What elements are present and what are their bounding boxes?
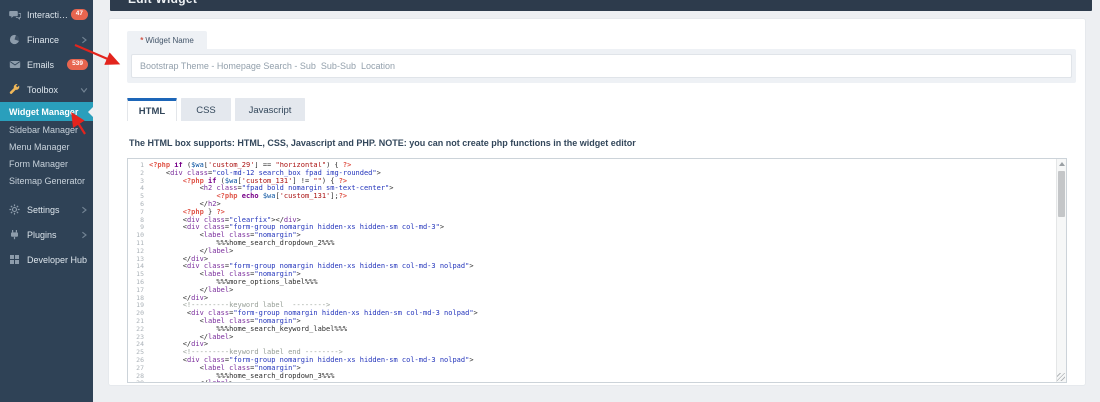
resize-grip-icon[interactable] xyxy=(1057,373,1065,381)
sidebar-item-widget-manager[interactable]: Widget Manager xyxy=(0,102,93,121)
sidebar-item-interactions[interactable]: Interactions 47 xyxy=(0,2,93,27)
sidebar-item-label: Finance xyxy=(27,34,60,45)
page-title: Edit Widget xyxy=(128,0,197,6)
sidebar-item-label: Interactions xyxy=(27,9,71,20)
line-numbers: 1 2 3 4 5 6 7 8 9 10 11 12 13 14 15 16 17 18 19 20 21 22 23 24 2… xyxy=(136,161,144,382)
sidebar-item-label: Form Manager xyxy=(9,158,69,169)
chevron-right-icon xyxy=(80,36,88,44)
scroll-up-arrow-icon[interactable] xyxy=(1059,162,1065,166)
sidebar-item-label: Widget Manager xyxy=(9,106,79,117)
tab-css[interactable]: CSS xyxy=(181,98,231,121)
sidebar-item-menu-manager[interactable]: Menu Manager xyxy=(0,138,93,155)
grid-icon xyxy=(9,254,21,266)
page: Interactions 47 Finance Emails 539 Toolb… xyxy=(0,0,1100,402)
edit-widget-card: * Widget Name HTML CSS Javascript The HT… xyxy=(108,18,1086,386)
required-asterisk: * xyxy=(140,35,144,45)
widget-name-tab-label: Widget Name xyxy=(145,35,194,45)
sidebar-item-settings[interactable]: Settings xyxy=(0,197,93,222)
scrollbar-thumb[interactable] xyxy=(1058,171,1065,217)
interactions-count-badge: 47 xyxy=(70,9,88,20)
wrench-icon xyxy=(9,84,21,96)
mail-icon xyxy=(9,59,21,71)
sidebar-item-sidebar-manager[interactable]: Sidebar Manager xyxy=(0,121,93,138)
sidebar-item-label: Settings xyxy=(27,204,60,215)
tab-widget-name[interactable]: * Widget Name xyxy=(127,31,207,49)
emails-count-badge: 539 xyxy=(67,59,88,70)
sidebar-item-label: Toolbox xyxy=(27,84,59,95)
sidebar-item-sitemap-generator[interactable]: Sitemap Generator xyxy=(0,172,93,189)
sidebar-item-finance[interactable]: Finance xyxy=(0,27,93,52)
editor-vertical-scrollbar[interactable] xyxy=(1056,159,1066,382)
sidebar-item-plugins[interactable]: Plugins xyxy=(0,222,93,247)
widget-name-panel xyxy=(127,49,1076,83)
sidebar-item-label: Sitemap Generator xyxy=(9,175,86,186)
pie-chart-icon xyxy=(9,34,21,46)
code-content[interactable]: <?php if ($wa['custom_29'] == "horizonta… xyxy=(149,162,1055,382)
editor-note: The HTML box supports: HTML, CSS, Javasc… xyxy=(129,138,636,148)
tab-javascript[interactable]: Javascript xyxy=(235,98,305,121)
page-header-bar: Edit Widget xyxy=(110,0,1092,11)
editor-tab-bar: HTML CSS Javascript xyxy=(127,98,305,121)
widget-name-input[interactable] xyxy=(131,54,1072,78)
chevron-down-icon xyxy=(80,86,88,94)
code-editor[interactable]: 1 2 3 4 5 6 7 8 9 10 11 12 13 14 15 16 17 18 19 20 21 22 23 24 2… xyxy=(127,158,1067,383)
chevron-right-icon xyxy=(80,231,88,239)
sidebar-item-label: Plugins xyxy=(27,229,57,240)
sidebar-item-developer-hub[interactable]: Developer Hub xyxy=(0,247,93,272)
sidebar: Interactions 47 Finance Emails 539 Toolb… xyxy=(0,0,93,402)
plugin-icon xyxy=(9,229,21,241)
sidebar-item-label: Sidebar Manager xyxy=(9,124,79,135)
chat-icon xyxy=(9,9,21,21)
chevron-right-icon xyxy=(80,206,88,214)
gear-icon xyxy=(9,204,21,216)
sidebar-item-emails[interactable]: Emails 539 xyxy=(0,52,93,77)
sidebar-item-form-manager[interactable]: Form Manager xyxy=(0,155,93,172)
sidebar-item-label: Emails xyxy=(27,59,55,70)
sidebar-item-label: Menu Manager xyxy=(9,141,70,152)
tab-html[interactable]: HTML xyxy=(127,98,177,121)
sidebar-item-label: Developer Hub xyxy=(27,254,88,265)
sidebar-item-toolbox[interactable]: Toolbox xyxy=(0,77,93,102)
